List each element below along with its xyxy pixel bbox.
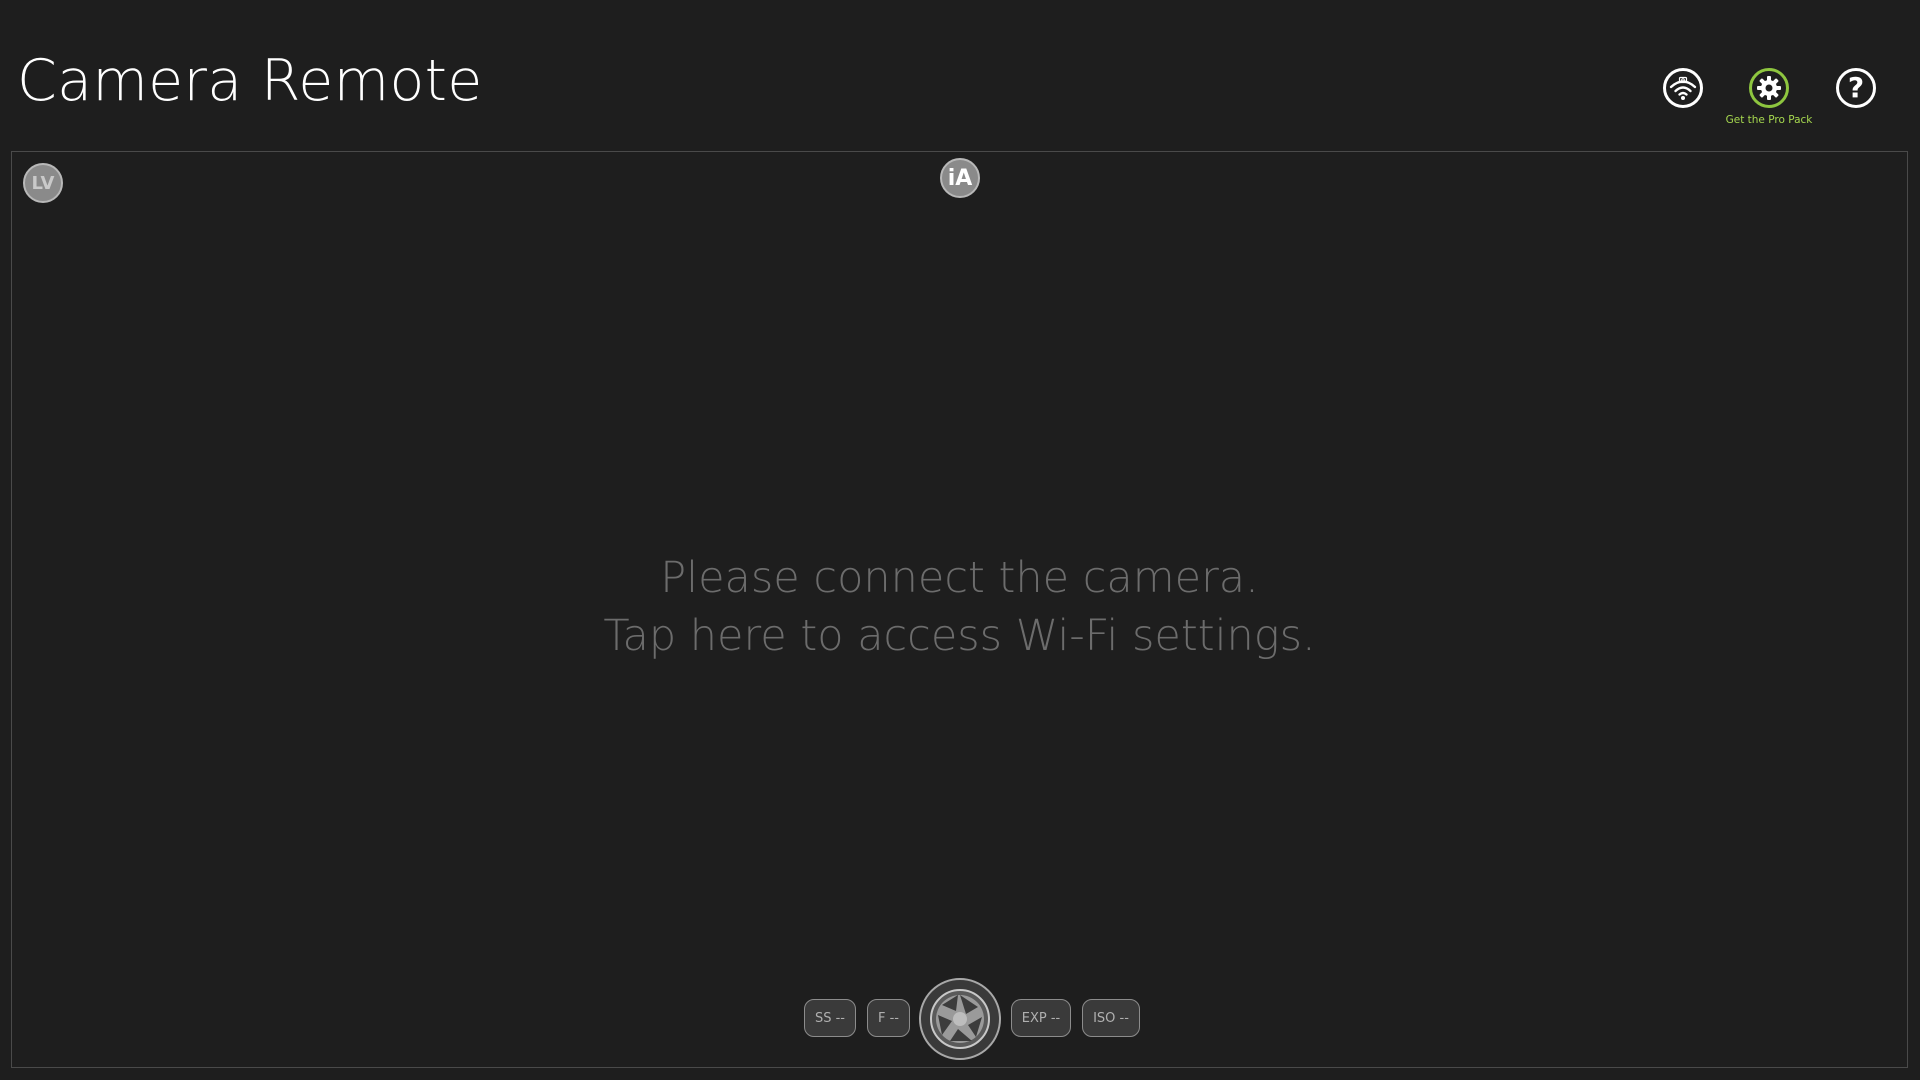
pro-pack-label[interactable]: Get the Pro Pack — [1718, 114, 1820, 126]
app-title: Camera Remote — [17, 48, 483, 114]
aperture-button[interactable]: F -- — [867, 999, 910, 1037]
live-view-area[interactable]: LV iA Please connect the camera. Tap her… — [11, 151, 1908, 1068]
iso-button[interactable]: ISO -- — [1082, 999, 1140, 1037]
shutter-aperture-icon — [930, 989, 990, 1049]
capture-controls: SS -- F -- EXP -- ISO -- — [12, 978, 1907, 1060]
wifi-camera-icon — [1669, 76, 1697, 100]
wifi-connect-button[interactable] — [1663, 68, 1703, 108]
live-view-badge[interactable]: LV — [23, 163, 63, 203]
shutter-speed-button[interactable]: SS -- — [804, 999, 856, 1037]
shutter-button[interactable] — [919, 978, 1001, 1060]
settings-button[interactable] — [1749, 68, 1789, 108]
app-window: Camera Remote Get the Pro Pack ? LV iA P… — [0, 0, 1920, 1080]
connect-message-line-2: Tap here to access Wi-Fi settings. — [603, 611, 1316, 661]
gear-icon — [1757, 76, 1781, 100]
question-icon: ? — [1847, 71, 1865, 104]
connect-camera-message[interactable]: Please connect the camera. Tap here to a… — [12, 549, 1907, 665]
help-button[interactable]: ? — [1836, 68, 1876, 108]
shooting-mode-badge[interactable]: iA — [940, 158, 980, 198]
connect-message-line-1: Please connect the camera. — [660, 553, 1259, 603]
exposure-button[interactable]: EXP -- — [1011, 999, 1071, 1037]
